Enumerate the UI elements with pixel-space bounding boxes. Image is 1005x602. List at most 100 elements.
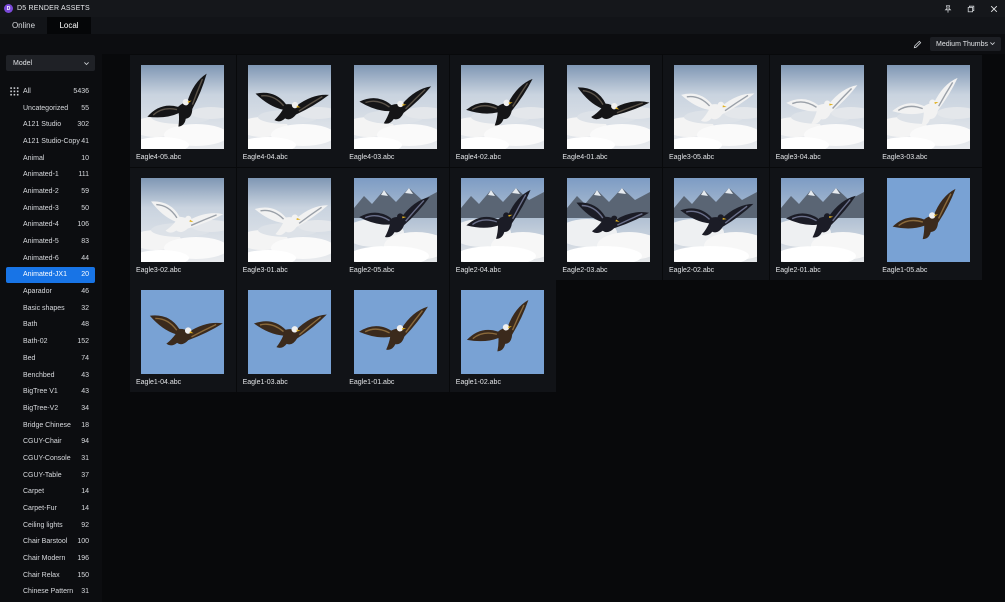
asset-thumbnail[interactable] — [674, 65, 757, 149]
asset-card[interactable]: Eagle4-04.abc — [236, 55, 343, 167]
asset-thumbnail[interactable] — [354, 177, 438, 262]
sidebar-item-carpet[interactable]: Carpet 14 — [6, 484, 95, 501]
asset-name: Eagle2-03.abc — [562, 266, 608, 274]
asset-name: Eagle4-05.abc — [136, 154, 182, 161]
sidebar-item-bigtree-v2[interactable]: BigTree-V2 34 — [6, 400, 95, 417]
asset-card[interactable]: Eagle2-05.abc — [343, 167, 450, 280]
asset-card[interactable]: Eagle3-02.abc — [130, 167, 236, 280]
asset-card[interactable]: Eagle3-04.abc — [769, 55, 876, 167]
asset-card[interactable]: Eagle3-01.abc — [236, 167, 343, 280]
asset-thumbnail[interactable] — [780, 177, 864, 262]
category-count: 31 — [81, 588, 89, 596]
category-count: 32 — [81, 304, 89, 312]
category-label: Animated-2 — [23, 187, 59, 195]
asset-thumbnail[interactable] — [674, 177, 757, 262]
sidebar-item-animated-5[interactable]: Animated-5 83 — [6, 233, 95, 250]
sidebar-item-animated-3[interactable]: Animated-3 50 — [6, 200, 95, 217]
sidebar-item-benchbed[interactable]: Benchbed 43 — [6, 367, 95, 384]
sidebar-item-cguy-chair[interactable]: CGUY-Chair 94 — [6, 433, 95, 450]
sidebar-item-basic-shapes[interactable]: Basic shapes 32 — [6, 300, 95, 317]
thumb-size-dropdown[interactable]: Medium Thumbs — [930, 37, 1001, 51]
category-list: All 5436 Uncategorized 55 A121 Studio 302 A121… — [6, 83, 95, 600]
asset-thumbnail[interactable] — [247, 290, 331, 374]
sidebar-item-bath-02[interactable]: Bath-02 152 — [6, 333, 95, 350]
asset-name: Eagle4-02.abc — [455, 154, 501, 161]
toolbar: Medium Thumbs — [0, 34, 1005, 54]
asset-name: Eagle1-05.abc — [882, 266, 928, 274]
sidebar-item-animal[interactable]: Animal 10 — [6, 150, 95, 167]
pin-icon[interactable] — [936, 0, 959, 17]
category-count: 100 — [77, 538, 89, 546]
asset-thumbnail[interactable] — [887, 65, 971, 149]
asset-thumbnail[interactable] — [887, 177, 971, 262]
tab-online[interactable]: Online — [0, 17, 47, 34]
category-count: 74 — [81, 354, 89, 362]
asset-card[interactable]: Eagle2-02.abc — [663, 167, 769, 280]
category-count: 43 — [81, 371, 89, 379]
asset-name: Eagle4-03.abc — [349, 154, 395, 161]
sidebar-item-ceiling-lights[interactable]: Ceiling lights 92 — [6, 517, 95, 534]
category-count: 50 — [81, 204, 89, 212]
tab-local[interactable]: Local — [47, 17, 91, 34]
sidebar-item-chinese-pattern[interactable]: Chinese Pattern 31 — [6, 584, 95, 601]
asset-type-dropdown[interactable]: Model — [6, 55, 95, 71]
sidebar-item-animated-2[interactable]: Animated-2 59 — [6, 183, 95, 200]
asset-thumbnail[interactable] — [354, 65, 438, 149]
restore-icon[interactable] — [959, 0, 982, 17]
sidebar-item-bridge-chinese[interactable]: Bridge Chinese 18 — [6, 417, 95, 434]
sidebar-item-chair-barstool[interactable]: Chair Barstool 100 — [6, 534, 95, 551]
sidebar-item-a121-studio[interactable]: A121 Studio 302 — [6, 116, 95, 133]
asset-card[interactable]: Eagle1-02.abc — [449, 280, 556, 392]
asset-card[interactable]: Eagle4-03.abc — [343, 55, 450, 167]
asset-grid: Eagle4-05.abc Eagle4-04.abc Eagle4-03.ab… — [129, 54, 1005, 602]
asset-thumbnail[interactable] — [141, 290, 224, 374]
asset-card[interactable]: Eagle1-05.abc — [876, 167, 983, 280]
asset-thumbnail[interactable] — [460, 65, 544, 149]
sidebar-item-bed[interactable]: Bed 74 — [6, 350, 95, 367]
asset-thumbnail[interactable] — [567, 177, 651, 262]
asset-card[interactable]: Eagle1-03.abc — [236, 280, 343, 392]
asset-card[interactable]: Eagle1-04.abc — [130, 280, 236, 392]
asset-thumbnail[interactable] — [141, 65, 224, 149]
sidebar-item-animated-4[interactable]: Animated-4 106 — [6, 217, 95, 234]
sidebar-item-animated-6[interactable]: Animated-6 44 — [6, 250, 95, 267]
asset-card[interactable]: Eagle3-03.abc — [876, 55, 983, 167]
asset-thumbnail[interactable] — [354, 290, 438, 374]
asset-card[interactable]: Eagle3-05.abc — [663, 55, 769, 167]
asset-thumbnail[interactable] — [780, 65, 864, 149]
asset-name: Eagle2-04.abc — [455, 266, 501, 274]
sidebar-item-chair-modern[interactable]: Chair Modern 196 — [6, 550, 95, 567]
asset-card[interactable]: Eagle2-04.abc — [449, 167, 556, 280]
sidebar-item-chair-relax[interactable]: Chair Relax 150 — [6, 567, 95, 584]
asset-thumbnail[interactable] — [567, 65, 651, 149]
sidebar-item-all[interactable]: All 5436 — [6, 83, 95, 100]
sidebar-item-aparador[interactable]: Aparador 46 — [6, 283, 95, 300]
asset-thumbnail[interactable] — [141, 177, 224, 262]
sidebar-item-animated-1[interactable]: Animated-1 111 — [6, 166, 95, 183]
asset-card[interactable]: Eagle4-02.abc — [449, 55, 556, 167]
asset-card[interactable]: Eagle2-01.abc — [769, 167, 876, 280]
sidebar-item-carpet-fur[interactable]: Carpet-Fur 14 — [6, 500, 95, 517]
sidebar-item-uncategorized[interactable]: Uncategorized 55 — [6, 100, 95, 117]
asset-thumbnail[interactable] — [247, 177, 331, 262]
category-count: 111 — [78, 171, 89, 179]
asset-card[interactable]: Eagle1-01.abc — [343, 280, 450, 392]
sidebar-item-cguy-console[interactable]: CGUY-Console 31 — [6, 450, 95, 467]
asset-name: Eagle1-01.abc — [349, 379, 395, 386]
asset-thumbnail[interactable] — [460, 177, 544, 262]
close-icon[interactable] — [982, 0, 1005, 17]
category-label: BigTree-V2 — [23, 404, 59, 412]
asset-thumbnail[interactable] — [247, 65, 331, 149]
category-label: Bridge Chinese — [23, 421, 71, 429]
category-label: Basic shapes — [23, 304, 65, 312]
asset-thumbnail[interactable] — [460, 290, 544, 374]
sidebar-item-bath[interactable]: Bath 48 — [6, 317, 95, 334]
asset-card[interactable]: Eagle2-03.abc — [556, 167, 663, 280]
asset-card[interactable]: Eagle4-01.abc — [556, 55, 663, 167]
sidebar-item-bigtree-v1[interactable]: BigTree V1 43 — [6, 383, 95, 400]
sidebar-item-a121-studio-copy[interactable]: A121 Studio-Copy 41 — [6, 133, 95, 150]
edit-pencil-icon[interactable] — [911, 38, 923, 50]
sidebar-item-cguy-table[interactable]: CGUY-Table 37 — [6, 467, 95, 484]
asset-card[interactable]: Eagle4-05.abc — [130, 55, 236, 167]
sidebar-item-animated-jx1[interactable]: Animated-JX1 20 — [6, 266, 95, 284]
